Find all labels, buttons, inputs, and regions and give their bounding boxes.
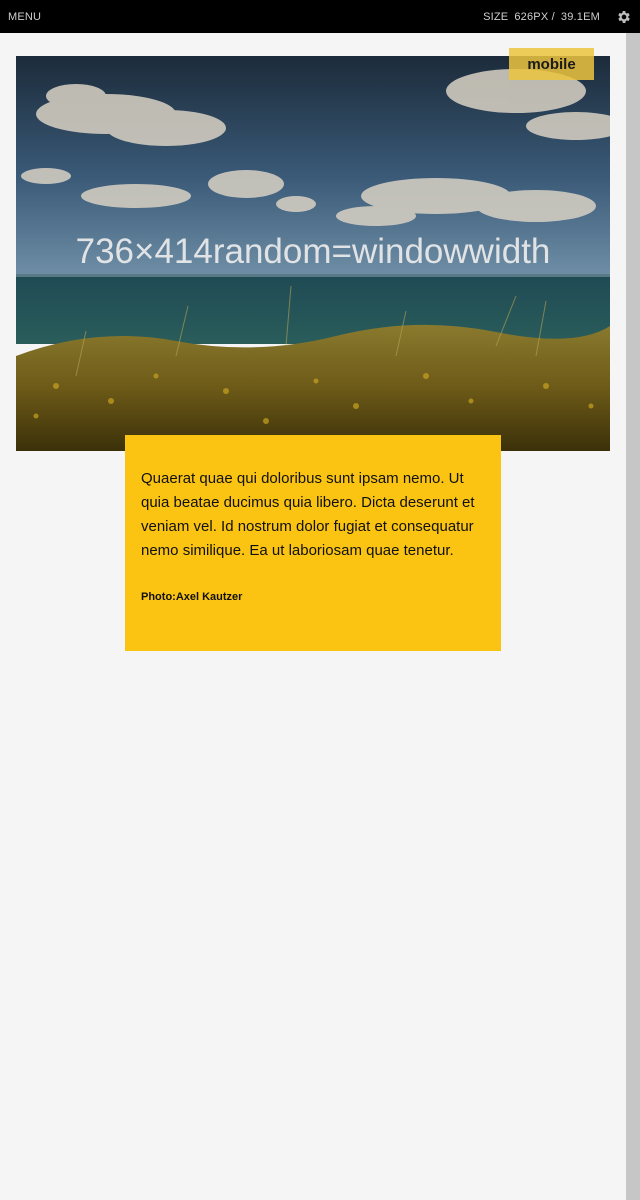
size-label: SIZE <box>483 11 509 23</box>
breakpoint-badge: mobile <box>509 48 594 80</box>
caption-text: Quaerat quae qui doloribus sunt ipsam ne… <box>141 470 475 559</box>
viewport-size-readout: SIZE 626PX / 39.1EM <box>483 11 600 23</box>
photo-credit: Photo:Axel Kautzer <box>141 591 243 603</box>
menu-button[interactable]: MENU <box>8 11 41 23</box>
hero-image: 736×414random=windowwidth <box>16 56 610 451</box>
size-px-value: 626PX / <box>514 11 555 23</box>
scrollbar-thumb[interactable] <box>626 33 640 1200</box>
image-placeholder-label: 736×414random=windowwidth <box>75 232 551 271</box>
top-toolbar: MENU SIZE 626PX / 39.1EM <box>0 0 640 33</box>
caption-card: Quaerat quae qui doloribus sunt ipsam ne… <box>125 435 501 651</box>
gear-icon[interactable] <box>616 9 632 25</box>
size-em-value: 39.1EM <box>560 11 600 23</box>
